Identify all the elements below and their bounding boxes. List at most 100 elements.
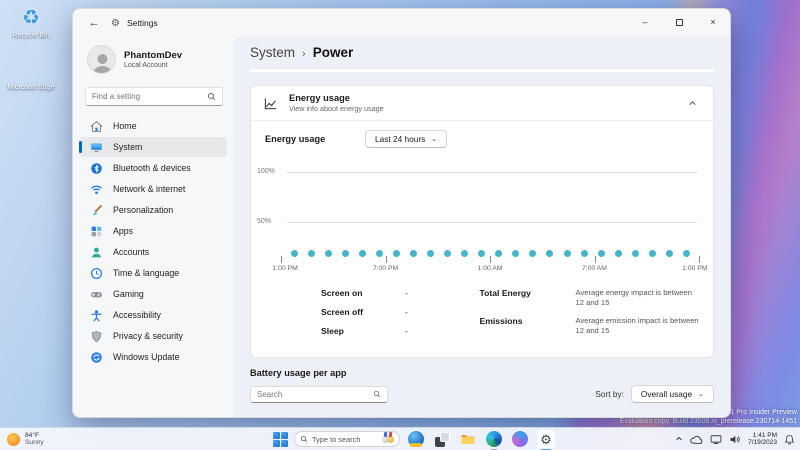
taskbar-app-copilot[interactable] <box>510 429 530 449</box>
copilot-icon <box>512 431 528 447</box>
sidebar-item-personalization[interactable]: Personalization <box>79 200 227 220</box>
app-search-input[interactable] <box>257 389 373 399</box>
desktop-icon-recycle-bin[interactable]: ♻ Recycle Bin <box>2 6 60 40</box>
time-range-value: Last 24 hours <box>375 134 426 144</box>
gridline-100 <box>287 172 697 173</box>
sort-dropdown[interactable]: Overall usage ⌄ <box>630 385 714 403</box>
maximize-button[interactable] <box>662 9 696 35</box>
content-divider <box>250 69 714 72</box>
onedrive-tray[interactable] <box>690 434 703 445</box>
speaker-icon <box>730 435 740 443</box>
y-axis-label-50: 50% <box>257 218 272 225</box>
weather-temperature: 84°F <box>25 431 39 439</box>
energy-usage-card: Energy usage View info about energy usag… <box>250 85 714 358</box>
x-axis-labels: 1:00 PM 7:00 PM 1:00 AM 7:00 AM 1:00 PM <box>272 265 708 272</box>
clock[interactable]: 1:41 PM 7/19/2023 <box>748 432 777 447</box>
x-axis-ticks <box>281 256 700 264</box>
sidebar-item-network-internet[interactable]: Network & internet <box>79 179 227 199</box>
desktop-icon-label: Recycle Bin <box>12 32 50 39</box>
gridline-50 <box>287 222 697 223</box>
search-icon <box>300 435 308 443</box>
card-title: Energy usage <box>289 93 350 103</box>
folder-icon <box>461 435 475 444</box>
search-highlights-icon <box>382 435 394 443</box>
breadcrumb-system[interactable]: System <box>250 45 295 60</box>
sidebar-item-accounts[interactable]: Accounts <box>79 242 227 262</box>
content-pane: System › Power Energy usage View info ab… <box>233 37 730 417</box>
home-icon <box>90 120 103 133</box>
recycle-bin-icon: ♻ <box>22 7 40 29</box>
time-range-dropdown[interactable]: Last 24 hours ⌄ <box>365 130 448 148</box>
settings-window: ← ⚙ Settings – × PhantomDev Local Accoun… <box>72 8 731 418</box>
volume-tray[interactable] <box>729 434 741 445</box>
network-tray[interactable] <box>710 434 722 445</box>
sidebar-item-privacy-security[interactable]: Privacy & security <box>79 326 227 346</box>
find-a-setting-search[interactable] <box>85 87 223 106</box>
chevron-up-icon[interactable] <box>683 94 701 112</box>
notifications-tray[interactable] <box>784 434 795 445</box>
sidebar-item-windows-update[interactable]: Windows Update <box>79 347 227 367</box>
shield-icon <box>90 330 103 343</box>
clock-icon <box>90 267 103 280</box>
network-icon <box>710 434 722 444</box>
cloud-icon <box>690 435 703 444</box>
settings-app-icon: ⚙ <box>111 17 120 29</box>
gamepad-icon <box>90 288 103 301</box>
line-chart-icon <box>263 96 278 111</box>
desktop: { "colors": { "accent": "#0067c0", "dot_… <box>0 0 800 450</box>
bell-icon <box>784 434 795 444</box>
minimize-button[interactable]: – <box>628 9 662 35</box>
edge-dev-icon <box>408 431 424 447</box>
sidebar-item-apps[interactable]: Apps <box>79 221 227 241</box>
account-type: Local Account <box>124 62 168 69</box>
desktop-icon-label: Microsoft Edge <box>7 84 55 91</box>
energy-usage-card-header[interactable]: Energy usage View info about energy usag… <box>251 86 713 121</box>
update-icon <box>90 351 103 364</box>
taskbar-app-edge[interactable] <box>484 429 504 450</box>
taskbar-file-explorer[interactable] <box>458 429 478 449</box>
page-title: Power <box>312 45 354 60</box>
chevron-up-icon <box>676 436 682 441</box>
battery-usage-heading: Battery usage per app <box>250 368 347 378</box>
sidebar-item-gaming[interactable]: Gaming <box>79 284 227 304</box>
tray-time: 1:41 PM <box>752 431 777 439</box>
find-a-setting-input[interactable] <box>92 92 207 101</box>
chevron-down-icon: ⌄ <box>698 391 704 398</box>
sidebar: PhantomDev Local Account Home System Blu… <box>73 37 233 417</box>
close-button[interactable]: × <box>696 9 730 35</box>
sort-by-label: Sort by: <box>595 389 624 399</box>
gear-icon: ⚙ <box>540 431 552 447</box>
person-icon <box>90 246 103 259</box>
user-account[interactable]: PhantomDev Local Account <box>87 45 233 74</box>
task-view-icon <box>434 431 450 447</box>
avatar <box>87 45 116 74</box>
sidebar-nav: Home System Bluetooth & devices Network … <box>73 116 233 367</box>
breadcrumb-separator: › <box>302 48 306 60</box>
sort-value: Overall usage <box>640 389 693 399</box>
taskbar-search[interactable]: Type to search <box>294 431 400 447</box>
sidebar-item-home[interactable]: Home <box>79 116 227 136</box>
weather-widget[interactable]: 84°F Sunny <box>7 432 44 447</box>
start-button[interactable] <box>273 431 288 447</box>
desktop-icon-microsoft-edge[interactable]: Microsoft Edge <box>2 58 60 92</box>
chevron-down-icon: ⌄ <box>431 136 438 143</box>
accessibility-icon <box>90 309 103 322</box>
sidebar-item-bluetooth-devices[interactable]: Bluetooth & devices <box>79 158 227 178</box>
taskbar-app-settings[interactable]: ⚙ <box>536 429 556 450</box>
sidebar-item-time-language[interactable]: Time & language <box>79 263 227 283</box>
hidden-icons-chevron[interactable] <box>675 435 683 443</box>
taskbar-task-view[interactable] <box>432 429 452 449</box>
card-subtitle: View info about energy usage <box>289 104 384 113</box>
bluetooth-icon <box>90 162 103 175</box>
sidebar-item-accessibility[interactable]: Accessibility <box>79 305 227 325</box>
range-row-label: Energy usage <box>265 134 326 144</box>
sidebar-item-system[interactable]: System <box>79 137 227 157</box>
tray-date: 7/19/2023 <box>748 439 777 446</box>
back-button[interactable]: ← <box>85 14 103 32</box>
taskbar-app-edge-dev[interactable] <box>406 429 426 449</box>
wifi-icon <box>90 183 103 196</box>
weather-condition: Sunny <box>25 439 44 446</box>
app-search-box[interactable] <box>250 385 388 403</box>
stat-screen-off: Screen off - <box>321 307 408 317</box>
edge-icon <box>2 58 60 82</box>
